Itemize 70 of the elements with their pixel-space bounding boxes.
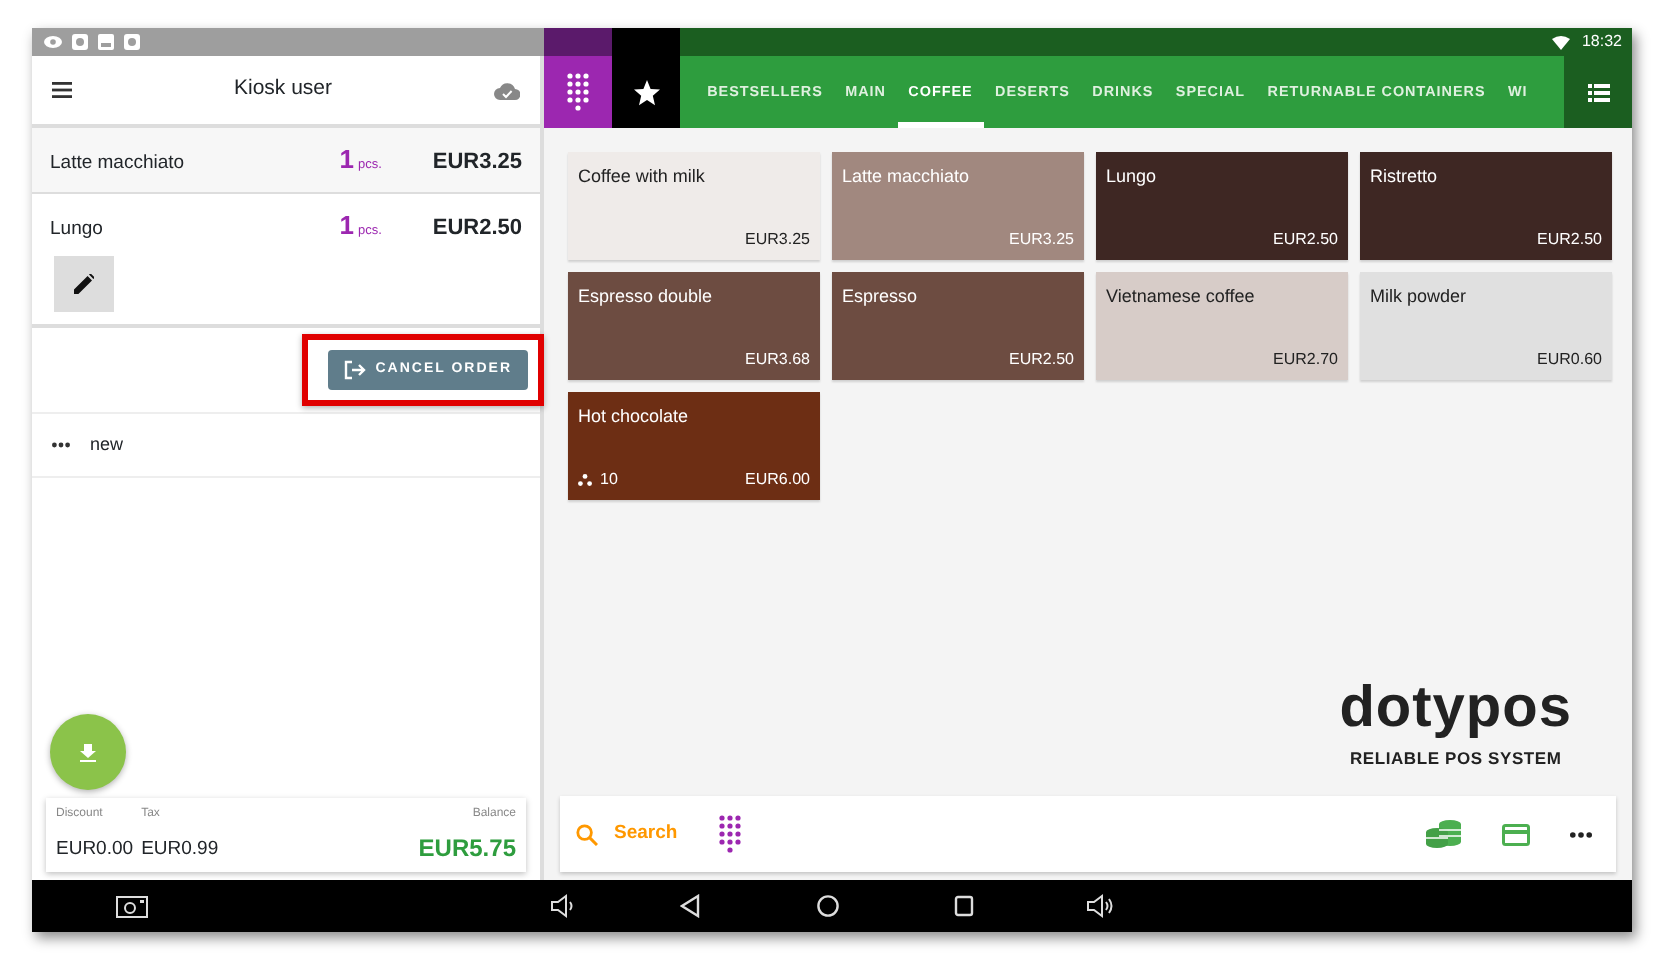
- stock-count: 10: [600, 468, 618, 492]
- product-tile[interactable]: Ristretto EUR2.50: [1360, 152, 1612, 260]
- favorites-button[interactable]: [612, 56, 680, 128]
- item-quantity: 1: [339, 207, 354, 243]
- product-price: EUR0.60: [1537, 348, 1602, 372]
- eye-icon: [44, 36, 62, 48]
- wifi-icon: [1551, 35, 1570, 49]
- pencil-icon: [74, 274, 94, 294]
- product-price: EUR2.50: [1273, 228, 1338, 252]
- edit-button[interactable]: [54, 256, 114, 312]
- search-icon: [576, 823, 598, 845]
- product-tile[interactable]: Coffee with milk EUR3.25: [568, 152, 820, 260]
- screenshot-icon[interactable]: [116, 894, 148, 918]
- status-bar-segment: [612, 28, 680, 56]
- card-button[interactable]: [1502, 823, 1530, 845]
- notification-icon: [72, 34, 88, 50]
- download-icon: [80, 743, 96, 761]
- menu-icon: [52, 82, 72, 98]
- keypad-icon: [566, 72, 590, 112]
- clock-time: 18:32: [1581, 30, 1622, 54]
- cloud-icon[interactable]: [494, 81, 520, 99]
- volume-up-icon[interactable]: [1086, 894, 1114, 918]
- product-price: EUR3.25: [1009, 228, 1074, 252]
- keypad-icon: [717, 814, 742, 854]
- product-price: EUR2.70: [1273, 348, 1338, 372]
- more-button[interactable]: [1570, 831, 1592, 837]
- product-tile[interactable]: Lungo EUR2.50: [1096, 152, 1348, 260]
- header-title: Kiosk user: [231, 74, 335, 105]
- product-price: EUR2.50: [1009, 348, 1074, 372]
- summary-value: EUR0.99: [141, 836, 219, 864]
- coins-icon: [1426, 820, 1462, 848]
- card-icon: [1502, 823, 1530, 845]
- product-price: EUR3.25: [745, 228, 810, 252]
- keypad-button[interactable]: [544, 56, 612, 128]
- more-icon: [1570, 831, 1592, 837]
- keypad-button[interactable]: [717, 814, 742, 854]
- item-price: EUR2.50: [430, 213, 522, 243]
- menu-button[interactable]: [52, 82, 72, 98]
- dots-icon: [578, 474, 592, 486]
- product-tile[interactable]: Espresso EUR2.50: [832, 272, 1084, 380]
- order-name: new: [90, 431, 124, 458]
- item-name: Lungo: [50, 215, 105, 243]
- image-icon: [98, 34, 114, 50]
- back-icon[interactable]: [680, 894, 700, 918]
- summary-value: EUR5.75: [418, 832, 516, 866]
- list-view-button[interactable]: [1564, 56, 1632, 128]
- product-tile[interactable]: Vietnamese coffee EUR2.70: [1096, 272, 1348, 380]
- notification-icon: [124, 34, 140, 50]
- recents-icon[interactable]: [954, 894, 974, 918]
- summary-value: EUR0.00: [56, 836, 134, 864]
- product-tile[interactable]: Espresso double EUR3.68: [568, 272, 820, 380]
- item-quantity: 1: [339, 142, 354, 178]
- product-price: EUR3.68: [745, 348, 810, 372]
- product-price: EUR2.50: [1537, 228, 1602, 252]
- logo-wordmark: dotypos: [1339, 680, 1572, 739]
- more-icon[interactable]: [52, 442, 70, 448]
- list-icon: [1587, 83, 1609, 101]
- product-tile[interactable]: Hot chocolate 10 EUR6.00: [568, 392, 820, 500]
- product-tile[interactable]: Latte macchiato EUR3.25: [832, 152, 1084, 260]
- item-name: Latte macchiato: [50, 150, 187, 178]
- product-tile[interactable]: Milk powder EUR0.60: [1360, 272, 1612, 380]
- star-icon: [633, 79, 659, 105]
- item-price: EUR3.25: [430, 148, 522, 178]
- product-price: EUR6.00: [745, 468, 810, 492]
- status-bar-segment: [544, 28, 612, 56]
- logo-tagline: RELIABLE POS SYSTEM: [1349, 746, 1562, 772]
- volume-down-icon[interactable]: [550, 894, 574, 918]
- cash-button[interactable]: [1426, 820, 1462, 848]
- exit-icon: [343, 360, 366, 380]
- home-icon[interactable]: [816, 894, 840, 918]
